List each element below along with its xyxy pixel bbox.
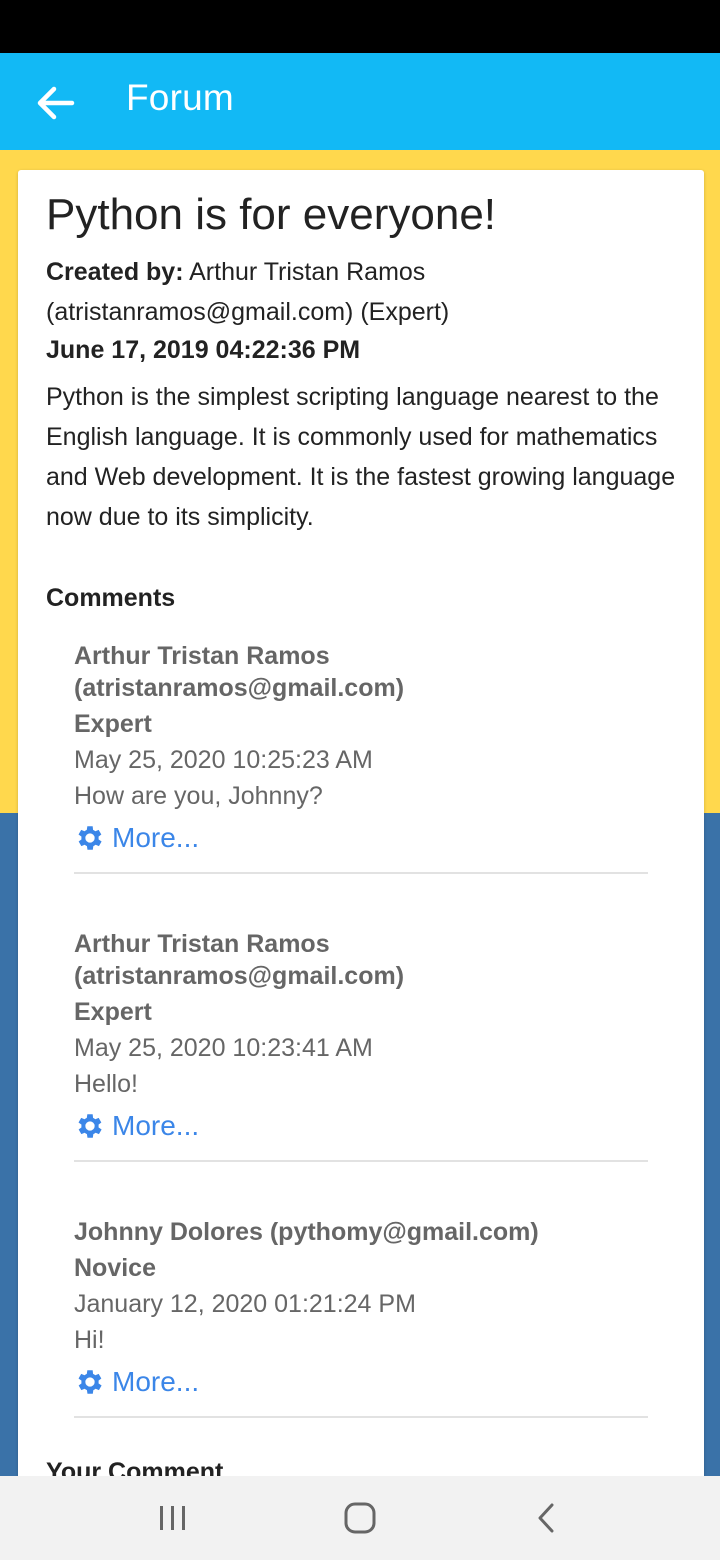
comment-more-link[interactable]: More... bbox=[74, 818, 648, 858]
gear-icon bbox=[78, 1114, 102, 1138]
gear-icon bbox=[78, 826, 102, 850]
home-button[interactable] bbox=[340, 1500, 380, 1541]
home-icon bbox=[344, 1502, 376, 1534]
recent-apps-button[interactable] bbox=[156, 1500, 190, 1541]
chevron-left-icon bbox=[538, 1503, 554, 1533]
comment-text: Hello! bbox=[74, 1070, 138, 1098]
arrow-left-icon bbox=[37, 86, 75, 120]
system-nav-bar bbox=[0, 1476, 720, 1560]
post-author-line: Created by: Arthur Tristan Ramos (atrist… bbox=[46, 252, 686, 332]
comment-author: Arthur Tristan Ramos (atristanramos@gmai… bbox=[74, 642, 405, 702]
comment-item: Johnny Dolores (pythomy@gmail.com) Novic… bbox=[74, 1216, 648, 1418]
post-title: Python is for everyone! bbox=[46, 190, 497, 239]
comment-date: May 25, 2020 10:25:23 AM bbox=[74, 746, 373, 774]
status-bar bbox=[0, 0, 720, 53]
more-label: More... bbox=[112, 1110, 200, 1141]
comment-more-link[interactable]: More... bbox=[74, 1362, 648, 1402]
recent-apps-icon bbox=[160, 1506, 185, 1530]
comment-author: Arthur Tristan Ramos (atristanramos@gmai… bbox=[74, 930, 405, 990]
comment-more-link[interactable]: More... bbox=[74, 1106, 648, 1146]
back-button[interactable] bbox=[36, 85, 76, 121]
comment-text: How are you, Johnny? bbox=[74, 782, 323, 810]
comment-level: Expert bbox=[74, 998, 152, 1026]
more-label: More... bbox=[112, 822, 200, 853]
comments-heading: Comments bbox=[46, 584, 176, 612]
comment-text: Hi! bbox=[74, 1326, 105, 1354]
comment-item: Arthur Tristan Ramos (atristanramos@gmai… bbox=[74, 640, 648, 874]
comment-level: Novice bbox=[74, 1254, 156, 1282]
more-label: More... bbox=[112, 1366, 200, 1397]
post-card: Python is for everyone! Created by: Arth… bbox=[18, 170, 704, 1480]
gear-icon bbox=[78, 1370, 102, 1394]
created-by-label: Created by: bbox=[46, 258, 184, 286]
comment-date: May 25, 2020 10:23:41 AM bbox=[74, 1034, 373, 1062]
comment-date: January 12, 2020 01:21:24 PM bbox=[74, 1290, 416, 1318]
comment-item: Arthur Tristan Ramos (atristanramos@gmai… bbox=[74, 928, 648, 1162]
comment-level: Expert bbox=[74, 710, 152, 738]
app-bar: Forum bbox=[0, 53, 720, 150]
post-date: June 17, 2019 04:22:36 PM bbox=[46, 336, 361, 364]
post-body: Python is the simplest scripting languag… bbox=[46, 383, 676, 531]
comment-author: Johnny Dolores (pythomy@gmail.com) bbox=[74, 1218, 539, 1246]
app-title: Forum bbox=[126, 77, 234, 118]
system-back-button[interactable] bbox=[532, 1500, 562, 1541]
